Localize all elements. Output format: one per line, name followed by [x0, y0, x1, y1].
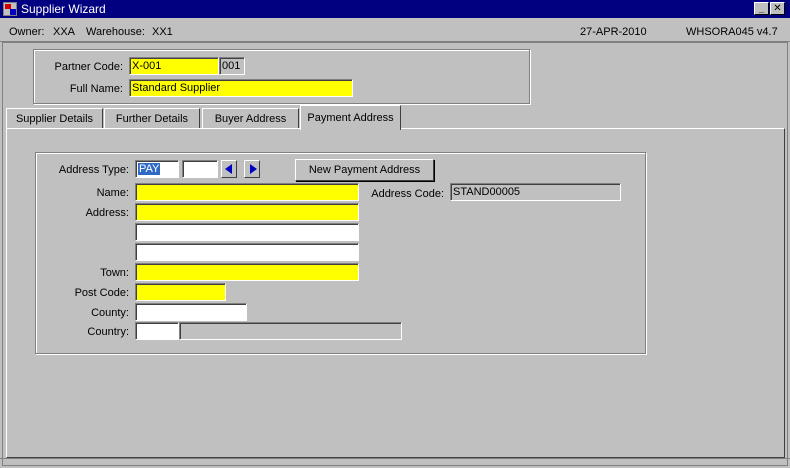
minimize-button[interactable]: _: [754, 2, 769, 15]
title-bar: Supplier Wizard _ ✕: [0, 0, 790, 18]
owner-label: Owner:: [9, 26, 45, 38]
arrow-right-icon: [250, 164, 257, 174]
full-name-label: Full Name:: [69, 83, 123, 95]
address-line-2-field[interactable]: [135, 223, 359, 241]
address-label: Address:: [85, 207, 129, 219]
version-display: WHSORA045 v4.7: [686, 26, 778, 38]
arrow-left-icon: [225, 164, 232, 174]
country-code-field[interactable]: [135, 322, 179, 340]
tab-further-details[interactable]: Further Details: [104, 108, 200, 129]
town-field[interactable]: [135, 263, 359, 281]
post-code-field[interactable]: [135, 283, 226, 301]
info-bar: Owner: XXA Warehouse: XX1 27-APR-2010 WH…: [0, 20, 790, 42]
name-field[interactable]: [135, 183, 359, 201]
warehouse-label: Warehouse:: [86, 26, 145, 38]
date-display: 27-APR-2010: [580, 26, 647, 38]
status-bar: [0, 458, 790, 468]
tab-supplier-details[interactable]: Supplier Details: [6, 108, 103, 129]
address-type-value: PAY: [138, 163, 161, 175]
country-label: Country:: [87, 326, 129, 338]
address-type-extra-field[interactable]: [182, 160, 218, 178]
partner-code-field[interactable]: X-001: [129, 57, 219, 75]
partner-code-label: Partner Code:: [54, 61, 123, 73]
address-code-label: Address Code:: [371, 188, 444, 200]
app-icon[interactable]: [3, 2, 17, 16]
previous-address-button[interactable]: [221, 160, 237, 178]
address-code-field: STAND00005: [450, 183, 621, 201]
tab-payment-address[interactable]: Payment Address: [300, 105, 401, 130]
address-type-label: Address Type:: [58, 164, 129, 176]
partner-code-suffix: 001: [219, 57, 245, 75]
address-type-field[interactable]: PAY: [135, 160, 179, 178]
name-label: Name:: [96, 187, 129, 199]
warehouse-value: XX1: [152, 26, 173, 38]
next-address-button[interactable]: [244, 160, 260, 178]
full-name-field[interactable]: Standard Supplier: [129, 79, 353, 97]
address-line-3-field[interactable]: [135, 243, 359, 261]
owner-value: XXA: [53, 26, 76, 38]
town-label: Town:: [100, 267, 129, 279]
tab-buyer-address[interactable]: Buyer Address: [202, 108, 299, 129]
new-payment-address-button[interactable]: New Payment Address: [295, 159, 434, 181]
county-label: County:: [91, 307, 129, 319]
county-field[interactable]: [135, 303, 247, 321]
country-name-field: [179, 322, 402, 340]
window-title: Supplier Wizard: [21, 2, 106, 16]
close-button[interactable]: ✕: [770, 2, 785, 15]
post-code-label: Post Code:: [74, 287, 129, 299]
address-line-1-field[interactable]: [135, 203, 359, 221]
